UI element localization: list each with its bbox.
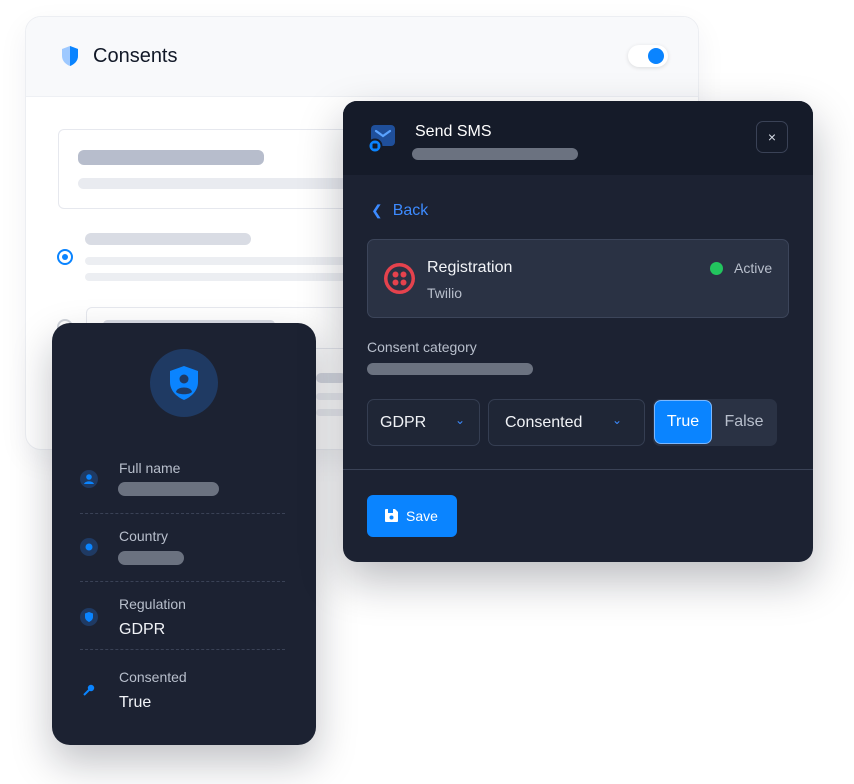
consents-header: Consents xyxy=(26,17,698,97)
save-icon xyxy=(385,509,398,522)
regulation-icon xyxy=(80,608,98,626)
consents-toggle[interactable] xyxy=(628,45,668,67)
save-button[interactable]: Save xyxy=(367,495,457,537)
integration-name: Registration xyxy=(427,259,513,276)
sms-header: Send SMS × xyxy=(343,101,813,175)
skeleton-line xyxy=(85,257,355,265)
skeleton-line xyxy=(78,150,264,165)
field-consented: Consented True xyxy=(80,649,285,717)
field-label: Country xyxy=(119,528,169,544)
true-false-toggle: True False xyxy=(653,399,777,446)
toggle-knob xyxy=(648,48,664,64)
field-label: Consented xyxy=(119,669,187,685)
chevron-down-icon: ⌄ xyxy=(454,413,465,427)
field-country: Country xyxy=(80,513,285,582)
sms-mail-icon xyxy=(368,125,395,153)
chevron-left-icon: ❮ xyxy=(371,202,383,218)
status-indicator xyxy=(710,262,723,275)
profile-card: Full name Country Regulation GDPR Consen… xyxy=(52,323,316,745)
true-option[interactable]: True xyxy=(654,400,712,444)
field-full-name: Full name xyxy=(80,445,285,514)
person-icon xyxy=(80,470,98,488)
sms-title: Send SMS xyxy=(415,123,492,140)
back-link[interactable]: ❮ Back xyxy=(371,202,428,220)
consent-category-label: Consent category xyxy=(367,339,477,355)
shield-icon xyxy=(62,46,78,66)
consents-title: Consents xyxy=(93,45,178,67)
field-label: Full name xyxy=(119,460,181,476)
back-label: Back xyxy=(392,202,429,219)
close-button[interactable]: × xyxy=(756,121,788,153)
regulation-select-value: GDPR xyxy=(380,414,427,431)
country-placeholder xyxy=(118,551,184,565)
consent-select[interactable]: Consented ⌄ xyxy=(488,399,645,446)
skeleton-line xyxy=(316,373,346,383)
radio-selected[interactable] xyxy=(57,249,73,265)
regulation-select[interactable]: GDPR ⌄ xyxy=(367,399,480,446)
skeleton-line xyxy=(78,178,378,189)
field-value: GDPR xyxy=(119,621,166,638)
avatar xyxy=(150,349,218,417)
false-option[interactable]: False xyxy=(713,400,775,444)
chevron-down-icon: ⌄ xyxy=(611,413,622,427)
key-icon xyxy=(80,681,98,699)
save-label: Save xyxy=(406,508,438,524)
integration-provider: Twilio xyxy=(427,285,463,301)
status-badge: Active xyxy=(734,260,773,276)
subtitle-placeholder xyxy=(412,148,578,160)
consent-select-value: Consented xyxy=(505,414,583,431)
full-name-placeholder xyxy=(118,482,219,496)
field-label: Regulation xyxy=(119,596,186,612)
twilio-logo-icon xyxy=(384,263,415,294)
skeleton-line xyxy=(316,393,346,400)
integration-card[interactable]: Registration Twilio Active xyxy=(367,239,789,318)
user-shield-icon xyxy=(170,366,198,400)
skeleton-line xyxy=(85,273,355,281)
field-value: True xyxy=(119,694,152,711)
globe-icon xyxy=(80,538,98,556)
skeleton-line xyxy=(316,409,346,416)
divider xyxy=(343,469,813,470)
field-regulation: Regulation GDPR xyxy=(80,581,285,650)
skeleton-line xyxy=(85,233,251,245)
category-placeholder xyxy=(367,363,533,375)
send-sms-panel: Send SMS × ❮ Back Registration Twilio Act… xyxy=(343,101,813,562)
